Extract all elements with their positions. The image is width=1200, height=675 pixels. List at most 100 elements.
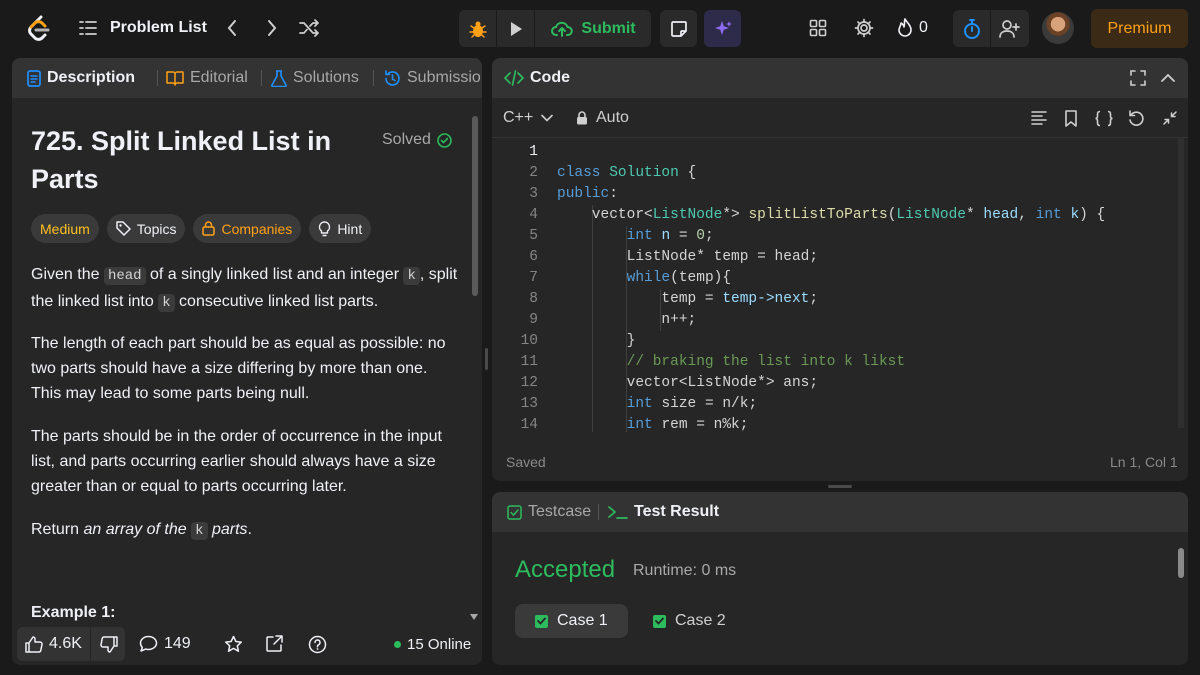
- code-line[interactable]: 2 class Solution {: [492, 163, 1178, 184]
- tag-icon: [116, 221, 131, 236]
- tab-test-result[interactable]: Test Result: [608, 492, 719, 532]
- thumbs-up-icon: [25, 635, 43, 653]
- tab-testcase[interactable]: Testcase: [507, 492, 591, 532]
- auto-mode-toggle[interactable]: Auto: [576, 98, 629, 138]
- add-user-icon[interactable]: [991, 10, 1029, 47]
- format-lines-icon[interactable]: [1027, 106, 1051, 130]
- text-run: parts: [207, 521, 248, 538]
- code-line[interactable]: 10 }: [492, 331, 1178, 352]
- code-editor[interactable]: 1 2 class Solution {3 public: 4 vector<ListN…: [492, 142, 1178, 432]
- debug-button[interactable]: [459, 10, 497, 47]
- code-line[interactable]: 3 public:: [492, 184, 1178, 205]
- tab-divider: [261, 70, 262, 86]
- minimize-arrows-icon[interactable]: [1158, 106, 1182, 130]
- editor-scrollbar[interactable]: [1178, 138, 1184, 428]
- cursor-position: Ln 1, Col 1: [1110, 454, 1178, 470]
- comments-button[interactable]: 149: [139, 627, 191, 661]
- avatar[interactable]: [1042, 12, 1074, 44]
- tab-description[interactable]: Description: [27, 58, 135, 98]
- bookmark-icon[interactable]: [1059, 106, 1083, 130]
- collapse-chevron-icon[interactable]: [1158, 68, 1178, 88]
- submit-label: Submit: [581, 19, 636, 37]
- code-text: public:: [557, 184, 618, 205]
- code-line[interactable]: 7 while(temp){: [492, 268, 1178, 289]
- code-token: ,: [1018, 207, 1036, 223]
- line-number: 14: [520, 417, 538, 432]
- code-line[interactable]: 5 int n = 0;: [492, 226, 1178, 247]
- stopwatch-icon[interactable]: [953, 10, 991, 47]
- code-line[interactable]: 14 int rem = n%k;: [492, 415, 1178, 432]
- code-text: }: [557, 331, 636, 352]
- code-token: int: [626, 396, 662, 412]
- line-number: 10: [520, 333, 538, 349]
- code-token: :: [609, 186, 618, 202]
- tab-editorial[interactable]: Editorial: [166, 58, 248, 98]
- fullscreen-icon[interactable]: [1128, 68, 1148, 88]
- share-button[interactable]: [265, 627, 283, 661]
- gear-icon[interactable]: [850, 14, 878, 42]
- result-scrollbar[interactable]: [1178, 548, 1184, 578]
- flame-icon: [897, 18, 913, 38]
- language-select[interactable]: C++: [503, 98, 554, 138]
- tab-submissions[interactable]: Submissio: [384, 58, 480, 98]
- layout-grid-icon[interactable]: [804, 14, 832, 42]
- code-line[interactable]: 11 // braking the list into k likst: [492, 352, 1178, 373]
- code-title: Code: [530, 69, 570, 86]
- streak-counter[interactable]: 0: [897, 14, 928, 42]
- code-line[interactable]: 12 vector<ListNode*> ans;: [492, 373, 1178, 394]
- tab-divider: [598, 504, 599, 520]
- code-line[interactable]: 1: [492, 142, 1178, 163]
- horizontal-resize-handle[interactable]: [828, 485, 852, 488]
- description-scrollbar[interactable]: [472, 116, 478, 296]
- code-token: int: [626, 228, 662, 244]
- code-token: class: [557, 165, 610, 181]
- next-problem-button[interactable]: [258, 14, 286, 42]
- code-line[interactable]: 9 n++;: [492, 310, 1178, 331]
- case-tab-1[interactable]: Case 1: [515, 604, 628, 638]
- like-button[interactable]: 4.6K: [17, 627, 91, 661]
- code-text: int size = n/k;: [557, 394, 758, 415]
- thumbs-down-icon: [99, 635, 118, 653]
- code-token: rem = n%k;: [661, 417, 749, 432]
- terminal-icon: [608, 505, 628, 520]
- language-value: C++: [503, 109, 534, 126]
- shuffle-icon[interactable]: [296, 14, 324, 42]
- reset-icon[interactable]: [1124, 106, 1148, 130]
- run-button[interactable]: [497, 10, 535, 47]
- topics-tag[interactable]: Topics: [106, 214, 186, 243]
- tab-code[interactable]: Code: [504, 58, 570, 98]
- leetcode-logo-icon[interactable]: [24, 14, 52, 42]
- description-tabbar: Description Editorial Solutions Submissi…: [12, 58, 482, 98]
- code-line[interactable]: 6 ListNode* temp = head;: [492, 247, 1178, 268]
- code-text: vector<ListNode*> splitListToParts(ListN…: [557, 205, 1105, 226]
- ai-sparkle-icon[interactable]: [704, 10, 741, 47]
- submit-button[interactable]: Submit: [536, 10, 651, 47]
- dislike-button[interactable]: [92, 627, 125, 661]
- vertical-resize-handle[interactable]: [485, 348, 488, 370]
- problem-list-link[interactable]: Problem List: [110, 16, 207, 40]
- code-line[interactable]: 13 int size = n/k;: [492, 394, 1178, 415]
- hint-tag[interactable]: Hint: [309, 214, 372, 243]
- description-footer: 4.6K 149 15 Online: [12, 623, 482, 665]
- favorite-button[interactable]: [224, 627, 243, 661]
- companies-tag[interactable]: Companies: [193, 214, 302, 243]
- notes-icon[interactable]: [660, 10, 697, 47]
- code-line[interactable]: 8 temp = temp->next;: [492, 289, 1178, 310]
- code-token: {: [678, 165, 697, 181]
- code-line[interactable]: 4 vector<ListNode*> splitListToParts(Lis…: [492, 205, 1178, 226]
- description-paragraph: The parts should be in the order of occu…: [31, 428, 442, 495]
- question-circle-icon: [308, 635, 327, 654]
- code-token: *>: [722, 207, 749, 223]
- case-tab-2[interactable]: Case 2: [633, 604, 746, 638]
- code-text: temp = temp->next;: [557, 289, 818, 310]
- help-button[interactable]: [308, 627, 327, 661]
- code-text: n++;: [557, 310, 696, 331]
- prev-problem-button[interactable]: [218, 14, 246, 42]
- curly-braces-icon[interactable]: [1092, 106, 1116, 130]
- premium-button[interactable]: Premium: [1091, 9, 1188, 48]
- tab-solutions[interactable]: Solutions: [271, 58, 359, 98]
- problem-list-icon[interactable]: [78, 18, 98, 38]
- difficulty-badge[interactable]: Medium: [31, 214, 99, 243]
- code-tabbar: Code: [492, 58, 1188, 98]
- problem-title[interactable]: 725. Split Linked List in Parts: [31, 122, 361, 198]
